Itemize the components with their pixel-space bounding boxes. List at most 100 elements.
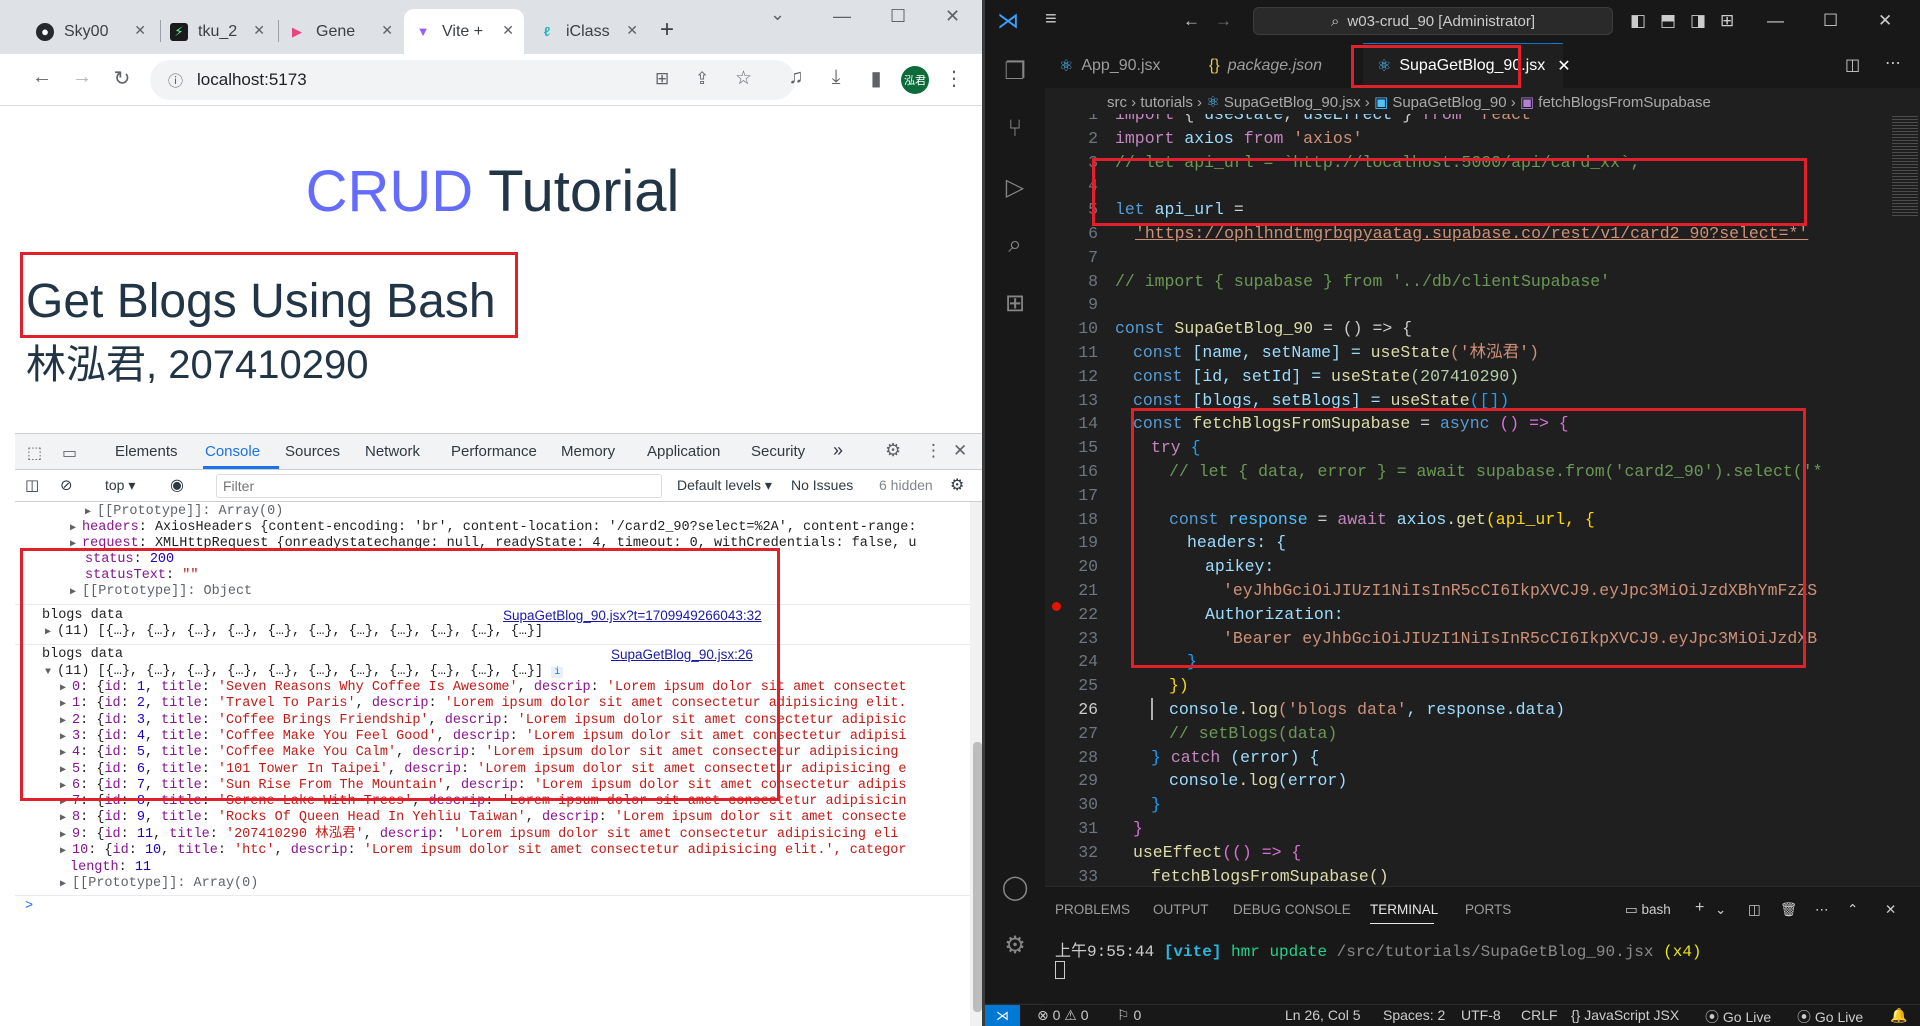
new-terminal-icon[interactable]: +: [1695, 899, 1704, 917]
issues-indicator[interactable]: No Issues: [791, 477, 853, 493]
indentation[interactable]: Spaces: 2: [1383, 1007, 1445, 1023]
close-panel-icon[interactable]: ✕: [1885, 902, 1896, 918]
close-tab-icon[interactable]: ✕: [502, 22, 514, 39]
ports-status[interactable]: ⚐ 0: [1117, 1007, 1141, 1024]
go-live-button-2[interactable]: ⦿ Go Live: [1797, 1007, 1863, 1026]
tab-memory[interactable]: Memory: [561, 443, 615, 460]
console-prompt[interactable]: >: [25, 897, 33, 916]
browser-tab-gene[interactable]: ▶ Gene ✕: [278, 9, 403, 54]
close-tab-icon[interactable]: ✕: [253, 22, 265, 39]
console-settings-icon[interactable]: ⚙: [950, 475, 964, 495]
chevron-down-icon[interactable]: ⌄: [1715, 902, 1726, 918]
tab-problems[interactable]: PROBLEMS: [1055, 902, 1130, 917]
close-tab-icon[interactable]: ✕: [626, 22, 638, 39]
notifications-bell-icon[interactable]: 🔔: [1890, 1007, 1907, 1024]
toggle-panel-icon[interactable]: ⬒: [1660, 11, 1676, 31]
media-control-icon[interactable]: ♫: [782, 66, 810, 89]
breakpoint-icon[interactable]: [1052, 602, 1061, 611]
tab-app-jsx[interactable]: ⚛ App_90.jsx: [1045, 43, 1195, 88]
run-debug-icon[interactable]: ▷: [1000, 173, 1030, 203]
minimize-icon[interactable]: —: [833, 6, 851, 27]
trash-icon[interactable]: 🗑: [1780, 902, 1797, 918]
close-tab-icon[interactable]: ✕: [1557, 56, 1570, 76]
breadcrumb-item[interactable]: fetchBlogsFromSupabase: [1538, 94, 1711, 111]
tab-debug-console[interactable]: DEBUG CONSOLE: [1233, 902, 1351, 917]
browser-tab-tku[interactable]: ⚡ tku_2 ✕: [160, 9, 275, 54]
close-devtools-icon[interactable]: ✕: [953, 441, 967, 461]
breadcrumb-item[interactable]: SupaGetBlog_90: [1392, 94, 1506, 111]
close-tab-icon[interactable]: ✕: [381, 22, 393, 39]
close-tab-icon[interactable]: ✕: [134, 22, 146, 39]
tab-console[interactable]: Console: [205, 443, 260, 460]
tab-terminal[interactable]: TERMINAL: [1370, 902, 1438, 917]
breadcrumb-item[interactable]: tutorials: [1140, 94, 1193, 111]
browser-tab-iclass[interactable]: ℓ iClass ✕: [528, 9, 648, 54]
tab-package-json[interactable]: {} package.json: [1195, 43, 1355, 88]
terminal-output[interactable]: 上午9:55:44 [vite] hmr update /src/tutoria…: [1055, 937, 1702, 979]
bookmark-star-icon[interactable]: ☆: [735, 67, 752, 90]
tab-elements[interactable]: Elements: [115, 443, 178, 460]
remote-indicator-icon[interactable]: ⋊: [985, 1005, 1020, 1026]
command-center-search[interactable]: ⌕ w03-crud_90 [Administrator]: [1253, 7, 1613, 35]
tab-application[interactable]: Application: [647, 443, 720, 460]
toggle-sidebar-icon[interactable]: ◧: [1630, 11, 1646, 31]
maximize-icon[interactable]: ☐: [1823, 11, 1838, 31]
context-select[interactable]: top ▾: [105, 477, 135, 494]
split-editor-icon[interactable]: ◫: [1845, 55, 1860, 75]
browser-tab-github[interactable]: ● Sky00 ✕: [26, 9, 156, 54]
more-actions-icon[interactable]: ⋯: [1815, 902, 1829, 918]
maximize-panel-icon[interactable]: ⌃: [1847, 902, 1858, 918]
tab-security[interactable]: Security: [751, 443, 805, 460]
toggle-secondary-sidebar-icon[interactable]: ◨: [1690, 11, 1706, 31]
manage-gear-icon[interactable]: ⚙: [1000, 931, 1030, 961]
source-control-icon[interactable]: ⑂: [1000, 115, 1030, 145]
breadcrumb-item[interactable]: src: [1107, 94, 1127, 111]
line-ending[interactable]: CRLF: [1521, 1007, 1558, 1023]
scrollbar-thumb[interactable]: [973, 742, 982, 1012]
clear-console-icon[interactable]: ⊘: [60, 476, 73, 494]
translate-icon[interactable]: ⊞: [655, 69, 669, 89]
back-icon[interactable]: ←: [28, 66, 56, 89]
cursor-position[interactable]: Ln 26, Col 5: [1285, 1007, 1361, 1023]
reload-icon[interactable]: ↻: [108, 66, 136, 91]
minimize-icon[interactable]: —: [1767, 11, 1784, 31]
tab-sources[interactable]: Sources: [285, 443, 340, 460]
share-icon[interactable]: ⇪: [695, 69, 709, 89]
kebab-menu-icon[interactable]: ⋮: [940, 66, 968, 91]
tab-output[interactable]: OUTPUT: [1153, 902, 1209, 917]
breadcrumb-item[interactable]: SupaGetBlog_90.jsx: [1224, 94, 1361, 111]
explorer-icon[interactable]: ❐: [1000, 57, 1030, 87]
settings-gear-icon[interactable]: ⚙: [885, 440, 901, 461]
log-levels-dropdown[interactable]: Default levels ▾: [677, 477, 772, 494]
close-window-icon[interactable]: ✕: [945, 6, 960, 27]
split-terminal-icon[interactable]: ◫: [1748, 902, 1761, 918]
forward-icon[interactable]: →: [68, 66, 96, 89]
hamburger-menu-icon[interactable]: ≡: [1045, 8, 1057, 31]
customize-layout-icon[interactable]: ⊞: [1720, 11, 1734, 31]
forward-arrow-icon[interactable]: →: [1215, 11, 1232, 31]
close-window-icon[interactable]: ✕: [1878, 11, 1892, 31]
account-icon[interactable]: ◯: [1000, 873, 1030, 903]
back-arrow-icon[interactable]: ←: [1183, 11, 1200, 31]
device-toggle-icon[interactable]: ▭: [62, 443, 77, 463]
side-panel-icon[interactable]: ▮: [862, 66, 890, 91]
language-mode[interactable]: {} JavaScript JSX: [1571, 1007, 1679, 1023]
tab-ports[interactable]: PORTS: [1465, 902, 1511, 917]
minimap[interactable]: [1890, 114, 1920, 886]
search-icon[interactable]: ⌕: [1000, 231, 1030, 261]
console-line[interactable]: ▶ [[Prototype]]: Array(0): [60, 874, 258, 893]
filter-input[interactable]: [216, 474, 662, 498]
avatar[interactable]: 泓君: [901, 66, 929, 94]
browser-tab-vite[interactable]: ▼ Vite + ✕: [404, 9, 524, 54]
new-tab-button[interactable]: +: [660, 16, 674, 44]
code-editor[interactable]: 1 2 3 4 5 6 7 8 9 10 11 12 13 14 15 16 17 18 19 20 21 22 23 24 2…: [1045, 114, 1920, 886]
download-icon[interactable]: ⤓: [822, 66, 850, 89]
tab-performance[interactable]: Performance: [451, 443, 537, 460]
address-bar[interactable]: ⓘ localhost:5173 ⊞ ⇪ ☆: [150, 60, 795, 100]
terminal-shell-selector[interactable]: ▭ bash: [1625, 902, 1671, 918]
chevron-down-icon[interactable]: ⌄: [770, 4, 785, 25]
go-live-button[interactable]: ⦿ Go Live: [1705, 1007, 1771, 1026]
problems-status[interactable]: ⊗ 0 ⚠ 0: [1037, 1007, 1089, 1024]
encoding[interactable]: UTF-8: [1461, 1007, 1501, 1023]
tab-network[interactable]: Network: [365, 443, 420, 460]
